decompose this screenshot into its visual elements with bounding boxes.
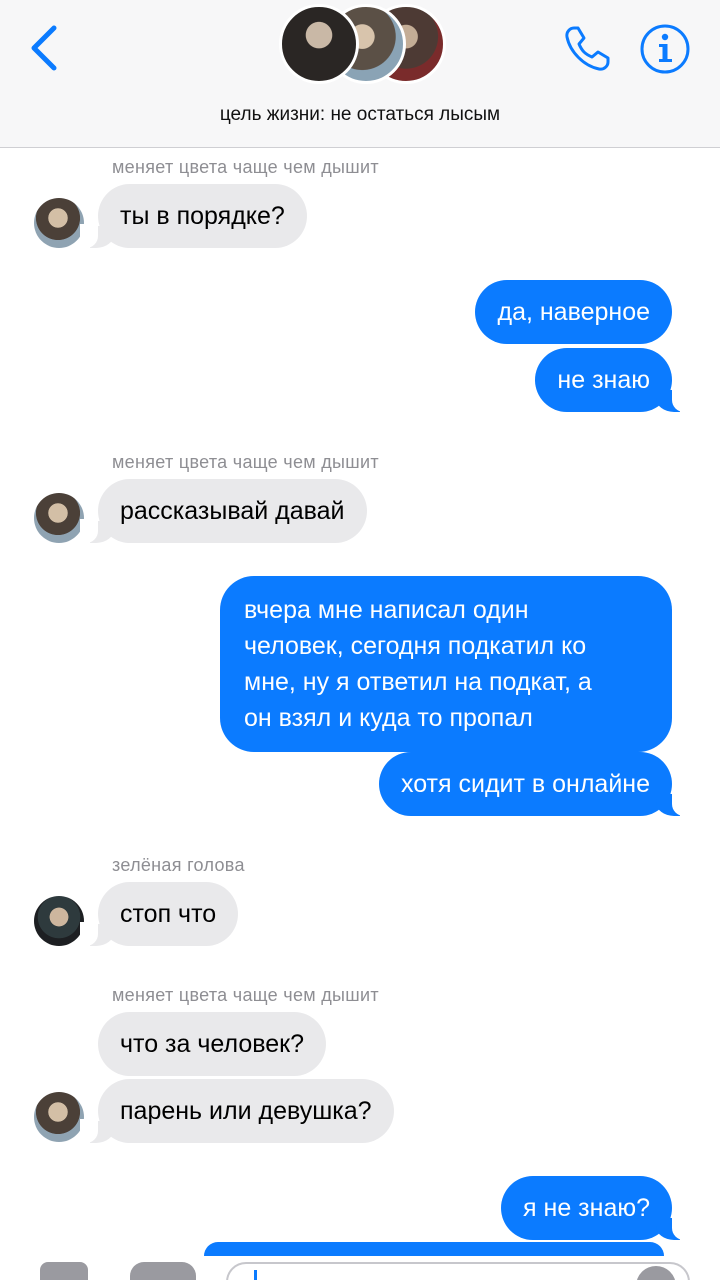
camera-icon[interactable] — [40, 1262, 88, 1280]
avatar[interactable] — [34, 896, 84, 946]
avatar[interactable] — [34, 1092, 84, 1142]
incoming-message[interactable]: стоп что — [79, 882, 239, 946]
info-icon[interactable] — [638, 22, 692, 76]
outgoing-message[interactable]: не знаю — [535, 348, 690, 412]
incoming-message[interactable]: что за человек? — [98, 1012, 326, 1076]
outgoing-message[interactable]: я не знаю? — [501, 1176, 690, 1240]
message-line: вчера мне написал один — [244, 596, 529, 624]
phone-icon[interactable] — [560, 22, 614, 76]
text-cursor — [254, 1270, 257, 1280]
incoming-message[interactable]: парень или девушка? — [80, 1079, 394, 1143]
avatar — [279, 4, 359, 84]
message-input[interactable] — [226, 1262, 690, 1280]
message-line: человек, сегодня подкатил ко — [244, 632, 587, 660]
incoming-message[interactable]: ты в порядке? — [80, 184, 307, 248]
group-avatars[interactable] — [276, 4, 446, 86]
avatar[interactable] — [34, 493, 84, 543]
chat-header: цель жизни: не остаться лысым — [0, 0, 720, 148]
group-title[interactable]: цель жизни: не остаться лысым — [0, 104, 720, 126]
outgoing-message[interactable]: вчера мне написал один человек, сегодня … — [220, 576, 672, 752]
avatar[interactable] — [34, 198, 84, 248]
incoming-message[interactable]: рассказывай давай — [80, 479, 367, 543]
message-line: он взял и куда то пропал — [244, 704, 533, 732]
sender-name: меняет цвета чаще чем дышит — [112, 157, 379, 177]
app-store-icon[interactable] — [130, 1262, 196, 1280]
sender-name: меняет цвета чаще чем дышит — [112, 452, 379, 472]
outgoing-message[interactable]: да, наверное — [475, 280, 672, 344]
message-line: мне, ну я ответил на подкат, а — [244, 668, 592, 696]
sender-name: зелёная голова — [112, 855, 245, 875]
sender-name: меняет цвета чаще чем дышит — [112, 985, 379, 1005]
chevron-left-icon[interactable] — [26, 24, 62, 72]
outgoing-message[interactable]: хотя сидит в онлайне — [378, 752, 691, 816]
outgoing-message[interactable] — [204, 1242, 664, 1256]
